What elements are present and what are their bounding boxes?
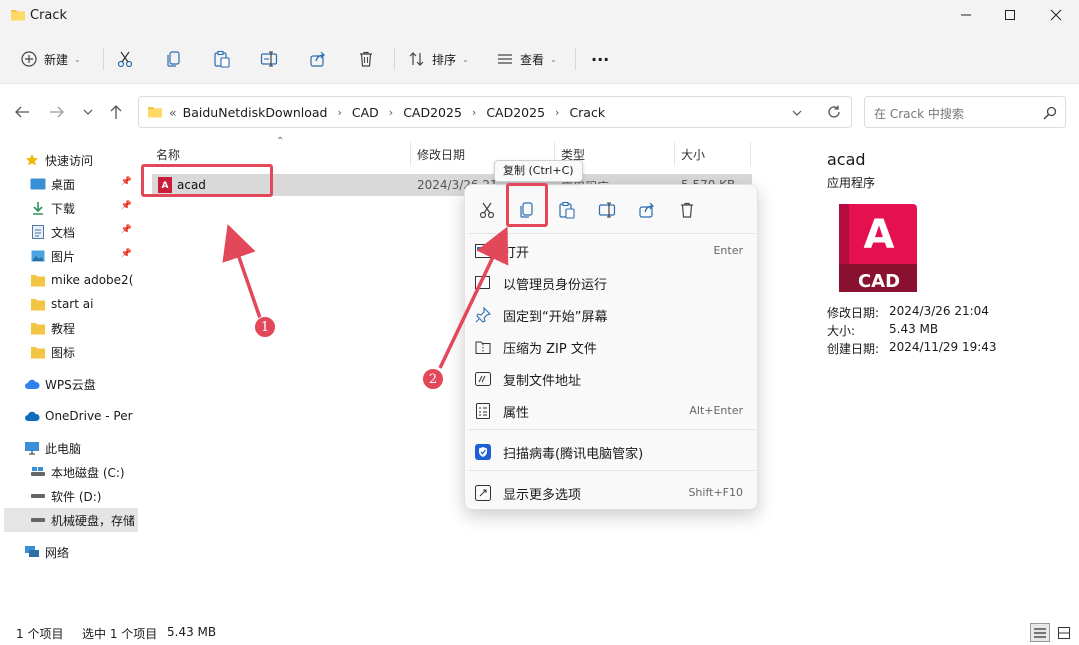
arrow-to-file [222,224,262,319]
annotation-arrows [222,224,509,369]
step-badge-2: 2 [422,368,444,390]
arrow-to-copy [438,226,509,369]
step-badge-1: 1 [254,316,276,338]
